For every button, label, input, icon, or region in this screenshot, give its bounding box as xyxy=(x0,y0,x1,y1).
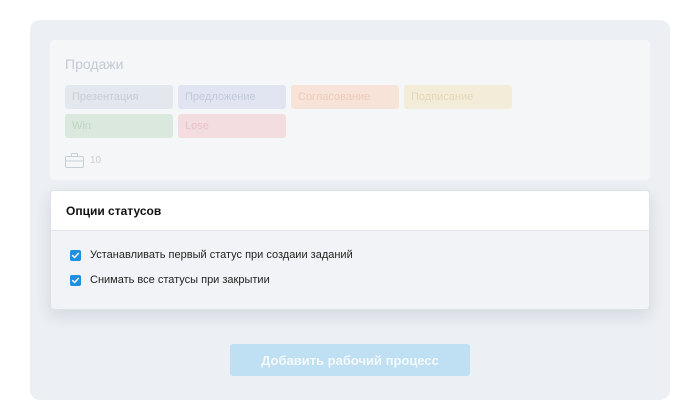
briefcase-icon xyxy=(65,152,84,168)
status-options-dialog: Опции статусов Устанавливать первый стат… xyxy=(50,190,650,310)
clear-statuses-checkbox[interactable] xyxy=(70,274,81,286)
checkmark-icon xyxy=(71,252,80,258)
status-options-title: Опции статусов xyxy=(51,191,649,231)
status-chip: Подписание xyxy=(404,85,512,109)
status-chip: Предложение xyxy=(178,85,286,109)
task-count: 10 xyxy=(65,152,101,168)
status-chip: Согласование xyxy=(291,85,399,109)
task-count-value: 10 xyxy=(90,154,102,166)
checkmark-icon xyxy=(71,277,80,283)
set-first-status-checkbox[interactable] xyxy=(70,249,81,261)
option-label: Устанавливать первый статус при создаии … xyxy=(90,249,353,261)
status-chip: Lose xyxy=(178,114,286,138)
status-chip: Презентация xyxy=(65,85,173,109)
add-workflow-button[interactable]: Добавить рабочий процесс xyxy=(230,344,470,376)
option-set-first-status[interactable]: Устанавливать первый статус при создаии … xyxy=(70,249,353,261)
workflow-title: Продажи xyxy=(65,56,124,72)
option-clear-statuses[interactable]: Снимать все статусы при закрытии xyxy=(70,274,270,286)
status-chip: Win xyxy=(65,114,173,138)
option-label: Снимать все статусы при закрытии xyxy=(90,274,270,286)
workflow-card-sales: Продажи Презентация Предложение Согласов… xyxy=(50,40,650,180)
workflow-settings-panel: Продажи Презентация Предложение Согласов… xyxy=(30,20,670,400)
